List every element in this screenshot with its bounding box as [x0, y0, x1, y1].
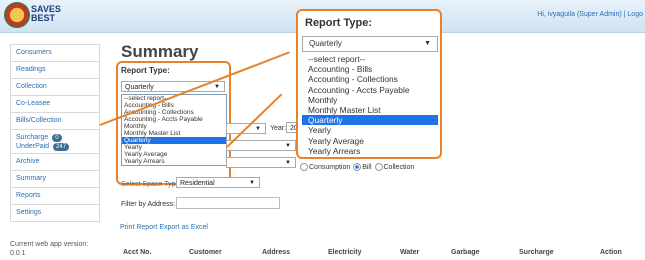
radio-bill[interactable]: [353, 163, 362, 171]
chevron-down-icon: ▼: [285, 160, 291, 166]
chevron-down-icon: ▼: [249, 180, 255, 186]
version-info: Current web app version: 0.0.1: [10, 240, 105, 258]
col-address: Address: [262, 249, 291, 256]
report-actions: Print Report Export as Excel: [120, 224, 208, 231]
zoom-options-list[interactable]: --select report-- Accounting - Bills Acc…: [302, 54, 438, 156]
col-garbage: Garbage: [451, 249, 480, 256]
sidebar-item-co-leasee[interactable]: Co-Leasee: [10, 96, 100, 113]
sidebar-item-archive[interactable]: Archive: [10, 154, 100, 171]
sidebar-item-surcharge-underpaid[interactable]: Surcharge 0 UnderPaid 247: [10, 130, 100, 154]
filter-select-2[interactable]: ▼: [226, 157, 296, 168]
sidebar-item-bills-collection[interactable]: Bills/Collection: [10, 113, 100, 130]
sidebar-item-readings[interactable]: Readings: [10, 62, 100, 79]
zoom-option[interactable]: Yearly Arrears: [302, 146, 438, 156]
sidebar-item-underpaid-label: UnderPaid: [16, 143, 50, 150]
radio-bill-label: Bill: [362, 163, 372, 171]
zoom-option[interactable]: Accounting - Bills: [302, 64, 438, 74]
zoom-option-selected[interactable]: Quarterly: [302, 115, 438, 126]
chevron-down-icon: ▼: [255, 126, 261, 132]
col-electricity: Electricity: [328, 249, 362, 256]
export-excel-link[interactable]: Export as Excel: [159, 224, 208, 231]
zoom-report-type-label: Report Type:: [305, 17, 373, 29]
radio-collection[interactable]: [374, 163, 383, 171]
sidebar-item-consumers[interactable]: Consumers: [10, 44, 100, 62]
zoom-option[interactable]: Yearly: [302, 125, 438, 135]
year-label: Year:: [270, 125, 287, 132]
chevron-down-icon: ▼: [285, 143, 291, 149]
sidebar-item-surcharge-label: Surcharge: [16, 134, 49, 141]
radio-consumption-label: Consumption: [309, 163, 351, 171]
zoom-option[interactable]: --select report--: [302, 54, 438, 64]
radio-consumption[interactable]: [300, 163, 308, 171]
sidebar-item-reports[interactable]: Reports: [10, 188, 100, 205]
zoom-option[interactable]: Accounting - Accts Payable: [302, 85, 438, 95]
table-header-row: Acct No. Customer Address Electricity Wa…: [120, 246, 645, 260]
underpaid-count-badge: 247: [53, 143, 70, 151]
zoom-option[interactable]: Accounting - Collections: [302, 74, 438, 84]
space-type-label: Select Space Type:: [121, 181, 182, 188]
user-greeting[interactable]: Hi, ivyaguila (Super Admin) | Logo: [537, 11, 643, 18]
surcharge-count-badge: 0: [52, 134, 62, 142]
filter-select-1[interactable]: ▼: [226, 140, 296, 151]
filter-address-input[interactable]: [176, 197, 280, 209]
app-logo[interactable]: SAVES BEST: [4, 2, 62, 30]
sidebar-item-settings[interactable]: Settings: [10, 205, 100, 222]
filter-address-label: Filter by Address:: [121, 201, 176, 208]
col-water: Water: [400, 249, 420, 256]
zoomed-dropdown-callout: Report Type: Quarterly ▼ --select report…: [296, 9, 442, 159]
zoom-selected-value: Quarterly: [309, 39, 342, 48]
report-basis-radios: Consumption Bill Collection: [299, 163, 414, 171]
print-report-link[interactable]: Print Report: [120, 224, 157, 231]
zoom-option[interactable]: Yearly Average: [302, 136, 438, 146]
space-type-value: Residential: [180, 180, 215, 187]
col-surcharge: Surcharge: [519, 249, 554, 256]
sidebar: Consumers Readings Collection Co-Leasee …: [10, 44, 100, 222]
logo-text-line2: BEST: [31, 13, 56, 23]
zoom-report-type-select[interactable]: Quarterly ▼: [302, 36, 438, 52]
zoom-option[interactable]: Monthly: [302, 95, 438, 105]
zoom-option[interactable]: Monthly Master List: [302, 105, 438, 115]
col-acct-no: Acct No.: [123, 249, 152, 256]
logo-seal-icon: [4, 2, 30, 28]
version-label: Current web app version:: [10, 241, 89, 248]
sidebar-item-collection[interactable]: Collection: [10, 79, 100, 96]
radio-collection-label: Collection: [383, 163, 415, 171]
chevron-down-icon: ▼: [424, 40, 431, 47]
page-title: Summary: [121, 42, 199, 61]
col-customer: Customer: [189, 249, 222, 256]
col-action: Action: [600, 249, 622, 256]
version-number: 0.0.1: [10, 250, 26, 257]
sidebar-item-summary[interactable]: Summary: [10, 171, 100, 188]
space-type-select[interactable]: Residential ▼: [176, 177, 260, 188]
